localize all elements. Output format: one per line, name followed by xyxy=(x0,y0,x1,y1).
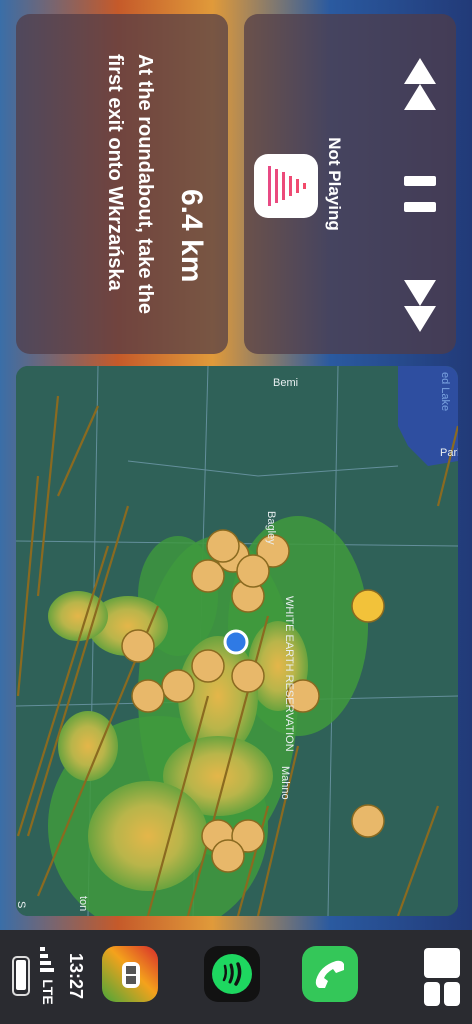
spotify-app-icon[interactable] xyxy=(204,946,260,1002)
app-artwork-icon xyxy=(254,154,318,218)
status-area: 13:27 LTE xyxy=(0,930,92,1024)
map-label-bemidji: Bemi xyxy=(273,377,298,389)
battery-icon xyxy=(12,956,30,996)
radar-app-icon[interactable] xyxy=(102,946,158,1002)
phone-app-icon[interactable] xyxy=(302,946,358,1002)
map-label-bagley: Bagley xyxy=(265,511,277,545)
map-label-mahnomen: Mahno xyxy=(279,766,291,800)
now-playing-card[interactable]: Not Playing xyxy=(244,14,456,354)
next-track-icon[interactable] xyxy=(400,276,440,336)
map-label-edge: S xyxy=(16,901,27,908)
radar-map[interactable]: ed Lake Bemi Bagley WHITE EARTH RESERVAT… xyxy=(16,366,458,916)
clock: 13:27 xyxy=(66,952,86,1000)
carplay-screen: 6.4 km At the roundabout, take the first… xyxy=(0,0,472,1024)
map-label-lake: ed Lake xyxy=(439,372,451,411)
network-type: LTE xyxy=(40,979,56,1005)
map-label-reservation: WHITE EARTH RESERVATION xyxy=(283,596,295,752)
map-label-crookston: ton xyxy=(77,896,89,911)
current-location-icon xyxy=(223,629,249,655)
cellular-signal-icon: LTE xyxy=(40,936,56,1016)
maneuver-instruction: At the roundabout, take the first exit o… xyxy=(104,54,156,314)
pause-icon[interactable] xyxy=(400,164,440,224)
maneuver-distance: 6.4 km xyxy=(175,189,208,283)
navigation-card[interactable]: 6.4 km At the roundabout, take the first… xyxy=(16,14,228,354)
previous-track-icon[interactable] xyxy=(400,54,440,114)
carplay-dock: 13:27 LTE xyxy=(0,930,472,1024)
map-label-park-rapids: Park Rapids xyxy=(440,447,458,459)
dashboard-button[interactable] xyxy=(422,946,462,1008)
now-playing-status: Not Playing xyxy=(325,137,344,231)
